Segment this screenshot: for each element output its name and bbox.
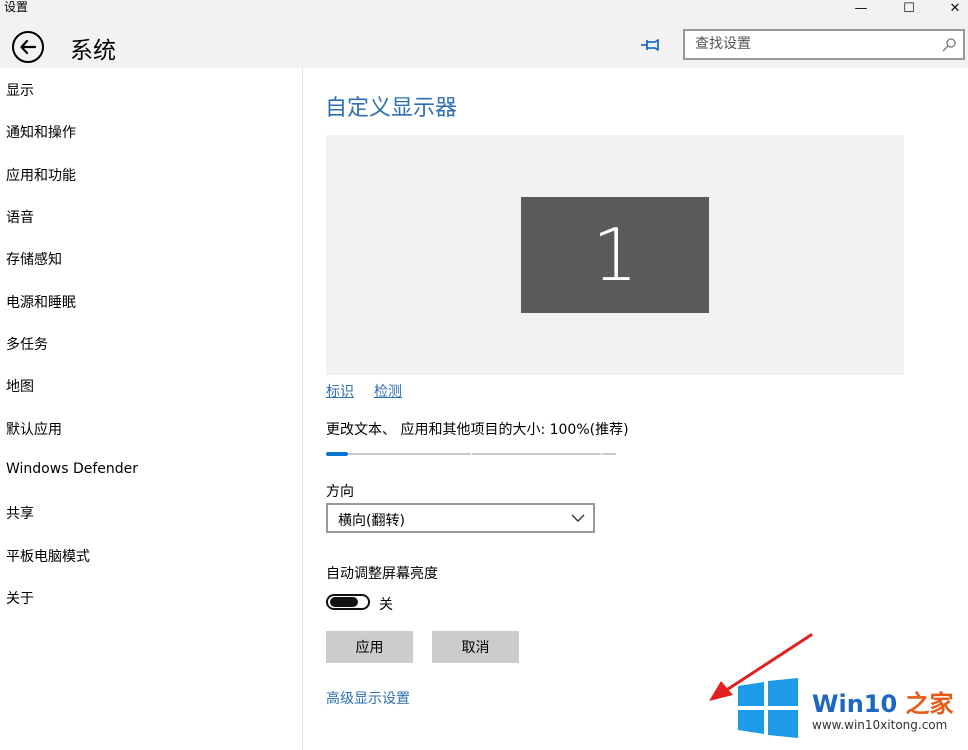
sidebar-item-share[interactable]: 共享 [6,503,34,523]
sidebar-item-storage[interactable]: 存储感知 [6,249,62,269]
page-title: 系统 [70,38,116,64]
title-bar: 设置 — ☐ ✕ 系统 [0,0,968,68]
minimize-button[interactable]: — [838,0,884,16]
back-button[interactable] [12,31,44,63]
maximize-button[interactable]: ☐ [886,0,932,16]
detect-link[interactable]: 检测 [374,381,402,401]
sidebar-item-default-apps[interactable]: 默认应用 [6,419,62,439]
search-input[interactable] [695,36,935,52]
search-box[interactable] [683,29,965,60]
toggle-knob [330,597,358,607]
scale-label: 更改文本、 应用和其他项目的大小: 100%(推荐) [326,422,629,438]
advanced-display-settings-link[interactable]: 高级显示设置 [326,688,410,708]
sidebar-item-about[interactable]: 关于 [6,588,34,608]
sidebar-item-display[interactable]: 显示 [6,80,34,100]
apply-button[interactable]: 应用 [326,631,413,663]
sidebar-item-notifications[interactable]: 通知和操作 [6,122,76,142]
watermark: Win10 之家 www.win10xitong.com [738,678,968,750]
identify-link[interactable]: 标识 [326,381,354,401]
cancel-button[interactable]: 取消 [432,631,519,663]
sidebar-item-power[interactable]: 电源和睡眠 [6,292,76,312]
back-arrow-icon [20,39,37,55]
sidebar-item-multitasking[interactable]: 多任务 [6,334,48,354]
slider-tick [471,452,472,456]
pin-icon[interactable] [639,34,665,56]
windows-logo-icon [738,678,798,738]
window-title: 设置 [4,0,29,14]
chevron-down-icon [571,514,585,522]
brightness-label: 自动调整屏幕亮度 [326,566,438,582]
sidebar: 显示 通知和操作 应用和功能 语音 存储感知 电源和睡眠 多任务 地图 默认应用… [0,68,303,750]
slider-thumb[interactable] [326,452,348,456]
sidebar-item-defender[interactable]: Windows Defender [6,461,138,477]
sidebar-item-apps[interactable]: 应用和功能 [6,165,76,185]
section-title: 自定义显示器 [325,96,458,121]
sidebar-item-maps[interactable]: 地图 [6,376,34,396]
search-icon[interactable] [941,37,957,53]
orientation-label: 方向 [326,484,354,500]
monitor-tile[interactable]: 1 [521,197,709,313]
display-preview: 1 [326,135,904,375]
orientation-value: 横向(翻转) [338,513,405,529]
main-content: 自定义显示器 1 标识 检测 更改文本、 应用和其他项目的大小: 100%(推荐… [303,68,968,750]
sidebar-item-speech[interactable]: 语音 [6,207,34,227]
sidebar-item-tablet-mode[interactable]: 平板电脑模式 [6,546,90,566]
watermark-brand: Win10 之家 [812,690,954,718]
orientation-dropdown[interactable]: 横向(翻转) [326,503,595,533]
brightness-toggle[interactable] [326,594,370,610]
scale-slider[interactable] [326,448,616,460]
slider-tick [601,452,602,456]
watermark-url: www.win10xitong.com [812,718,948,732]
toggle-state-label: 关 [379,597,393,613]
close-button[interactable]: ✕ [932,0,968,16]
